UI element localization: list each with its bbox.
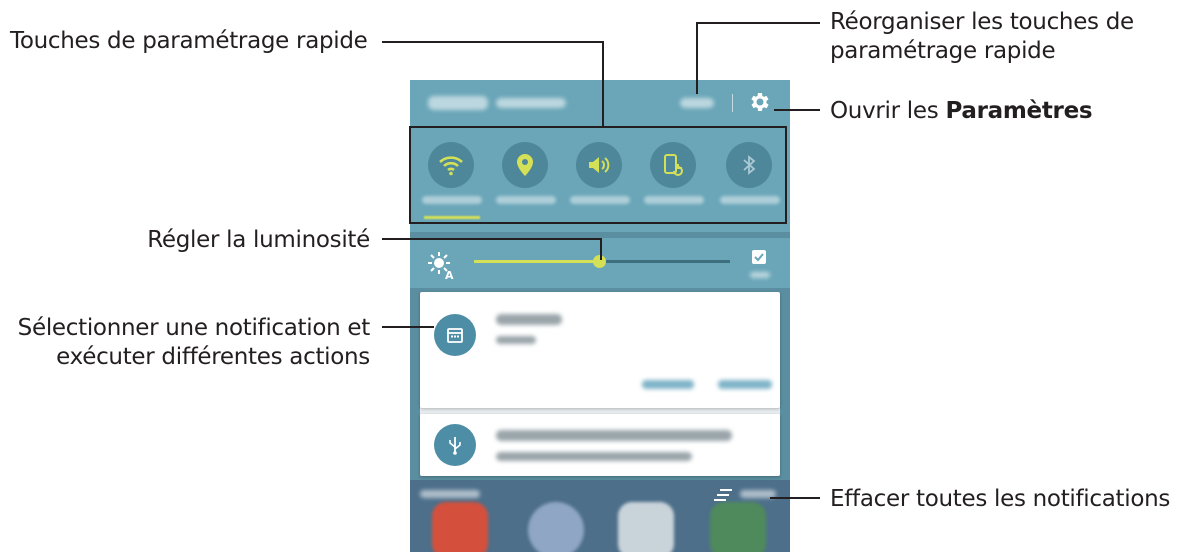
app-folder-icon — [710, 502, 766, 552]
callout-rearrange-line2: paramétrage rapide — [830, 38, 1056, 64]
leader-settings — [774, 109, 820, 111]
edit-button[interactable] — [680, 98, 714, 108]
app-camera-icon — [528, 502, 584, 552]
leader-brightness-v — [600, 238, 602, 260]
callout-rearrange: Réorganiser les touches de paramétrage r… — [830, 8, 1134, 66]
snooze-button[interactable] — [718, 380, 772, 389]
usb-icon — [434, 424, 476, 466]
brightness-slider[interactable] — [474, 255, 730, 268]
callout-open-settings-bold: Paramètres — [945, 98, 1093, 124]
notification-title — [496, 314, 562, 325]
callout-notification-line1: Sélectionner une notification et — [17, 315, 371, 341]
leader-quick-settings-v — [602, 41, 604, 127]
callout-quick-settings: Touches de paramétrage rapide — [10, 28, 368, 54]
callout-brightness: Régler la luminosité — [147, 227, 370, 253]
status-bar — [410, 80, 790, 124]
callout-notification-line2: exécuter différentes actions — [56, 344, 370, 370]
settings-gear-icon[interactable] — [748, 90, 772, 114]
auto-brightness-icon: A — [426, 250, 456, 282]
clock-text — [428, 96, 488, 110]
auto-label — [750, 272, 770, 278]
notification-meeting[interactable] — [420, 292, 780, 408]
callout-clear-all: Effacer toutes les notifications — [830, 486, 1171, 512]
calendar-icon — [434, 314, 476, 356]
callout-open-settings-prefix: Ouvrir les — [830, 98, 946, 124]
notification-time — [496, 336, 536, 344]
leader-clear-all — [770, 497, 820, 499]
date-text — [496, 98, 566, 108]
app-email-icon — [432, 502, 488, 552]
divider — [732, 94, 733, 112]
notification-settings-text — [420, 490, 480, 498]
app-play-store-icon — [618, 502, 674, 552]
quick-settings-highlight-box — [409, 126, 787, 224]
usb-notification-title — [496, 430, 732, 441]
svg-text:A: A — [445, 269, 454, 280]
callout-open-settings: Ouvrir les Paramètres — [830, 97, 1093, 126]
leader-rearrange-h — [696, 22, 820, 24]
callout-notification: Sélectionner une notification et exécute… — [17, 314, 371, 372]
dismiss-button[interactable] — [642, 380, 694, 389]
leader-rearrange-v — [696, 22, 698, 94]
clear-all-icon[interactable] — [712, 488, 734, 502]
auto-checkbox[interactable] — [752, 250, 766, 264]
leader-brightness-h — [382, 238, 602, 240]
usb-notification-subtitle — [496, 452, 692, 461]
brightness-slider-fill — [474, 260, 600, 263]
leader-quick-settings-h — [382, 41, 604, 43]
notification-usb[interactable] — [420, 414, 780, 476]
callout-rearrange-line1: Réorganiser les touches de — [830, 9, 1134, 35]
leader-notification — [382, 326, 434, 328]
